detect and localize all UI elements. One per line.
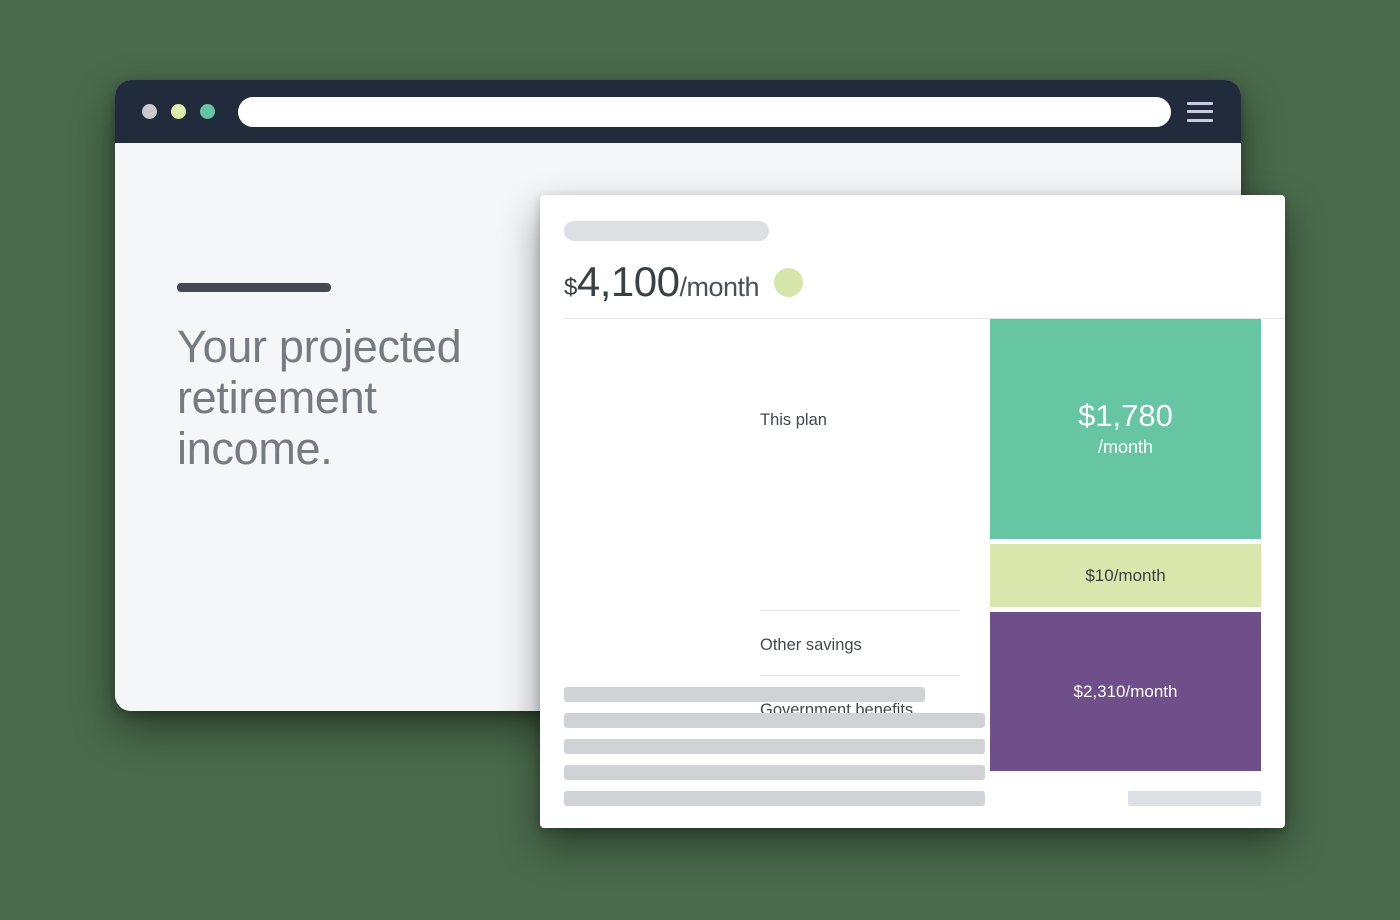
- breakdown-bars-column: $1,780 /month $10/month $2,310/month: [990, 319, 1261, 828]
- bar-other-savings[interactable]: $10/month: [990, 544, 1261, 607]
- breakdown-divider-2: [760, 675, 960, 676]
- hamburger-line-1: [1187, 101, 1213, 105]
- projection-result-card: $4,100/month This plan Other savings Gov…: [540, 195, 1285, 828]
- breakdown-divider-1: [760, 610, 960, 611]
- total-amount: $4,100/month: [564, 258, 760, 306]
- bar-government-benefits-value: $2,310/month: [1073, 681, 1178, 701]
- eyebrow-rule: [177, 283, 331, 292]
- total-amount-row: $4,100/month: [564, 258, 1261, 306]
- address-bar[interactable]: [238, 96, 1171, 127]
- bar-this-plan-value: $1,780: [1078, 398, 1173, 434]
- skeleton-line: [564, 687, 925, 702]
- headline-block: Your projected retirement income.: [177, 283, 537, 474]
- window-traffic-lights: [142, 104, 215, 119]
- skeleton-line: [564, 739, 985, 754]
- bar-government-benefits[interactable]: $2,310/month: [990, 612, 1261, 771]
- total-amount-period: /month: [679, 272, 760, 302]
- browser-titlebar: [115, 80, 1241, 143]
- skeleton-card-title: [564, 221, 769, 241]
- skeleton-line: [564, 765, 985, 780]
- card-header: $4,100/month: [564, 221, 1261, 306]
- breakdown-label-this-plan: This plan: [760, 411, 827, 429]
- breakdown-label-other-savings: Other savings: [760, 636, 862, 654]
- skeleton-line: [564, 713, 985, 728]
- minimize-window-button[interactable]: [171, 104, 186, 119]
- total-amount-value: 4,100: [576, 258, 680, 305]
- status-indicator-dot: [774, 267, 804, 297]
- hamburger-menu-icon[interactable]: [1187, 101, 1213, 122]
- skeleton-line: [564, 791, 985, 806]
- total-currency-symbol: $: [564, 274, 577, 301]
- skeleton-paragraph: [564, 687, 985, 806]
- bar-this-plan[interactable]: $1,780 /month: [990, 319, 1261, 539]
- bar-other-savings-value: $10/month: [1085, 565, 1166, 585]
- hamburger-line-3: [1187, 118, 1213, 122]
- skeleton-footer-chip[interactable]: [1128, 791, 1261, 806]
- maximize-window-button[interactable]: [200, 104, 215, 119]
- hamburger-line-2: [1187, 110, 1213, 113]
- bar-this-plan-period: /month: [1097, 436, 1154, 457]
- close-window-button[interactable]: [142, 104, 157, 119]
- page-title: Your projected retirement income.: [177, 321, 462, 474]
